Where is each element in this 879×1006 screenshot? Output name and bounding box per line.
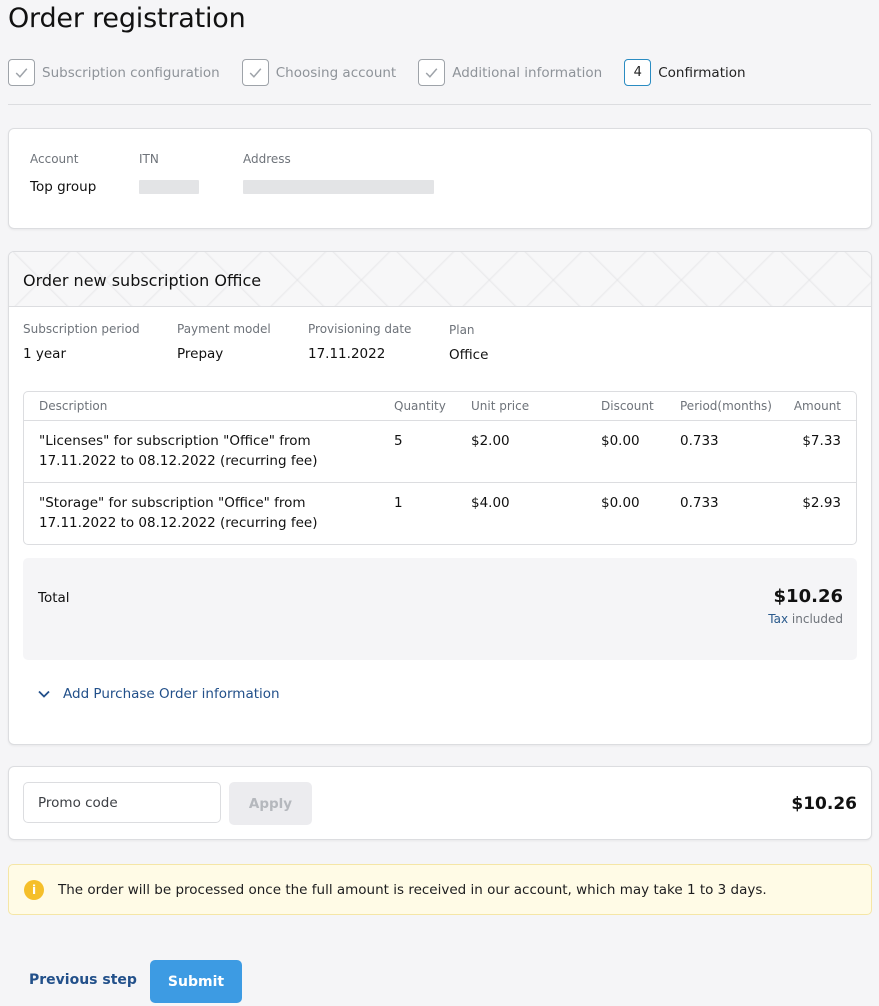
column-header-period: Period(months) <box>680 399 772 413</box>
row-quantity: 5 <box>394 433 403 449</box>
previous-step-button[interactable]: Previous step <box>29 972 137 988</box>
header-divider <box>8 104 871 105</box>
step-number: 4 <box>624 59 652 86</box>
tax-link[interactable]: Tax <box>768 612 788 626</box>
row-unit-price: $4.00 <box>471 495 510 511</box>
order-title: Order new subscription Office <box>23 271 262 290</box>
payment-model-label: Payment model <box>177 322 271 336</box>
row-amount: $7.33 <box>802 433 841 449</box>
row-description-line2: 17.11.2022 to 08.12.2022 (recurring fee) <box>39 515 318 531</box>
check-icon <box>241 59 269 86</box>
row-period: 0.733 <box>680 433 719 449</box>
row-discount: $0.00 <box>601 495 640 511</box>
page-title: Order registration <box>8 3 246 34</box>
promo-code-input[interactable] <box>23 782 221 823</box>
chevron-down-icon <box>38 690 50 698</box>
column-header-amount: Amount <box>793 399 841 413</box>
column-header-discount: Discount <box>601 399 654 413</box>
check-icon <box>418 59 446 86</box>
itn-value-redacted <box>139 180 199 194</box>
info-icon: i <box>24 879 44 900</box>
tax-note: Tax included <box>768 612 843 626</box>
row-quantity: 1 <box>394 495 403 511</box>
row-unit-price: $2.00 <box>471 433 510 449</box>
step-confirmation: 4 Confirmation <box>624 59 746 86</box>
provisioning-date-value: 17.11.2022 <box>308 346 386 362</box>
account-label: Account <box>30 152 79 166</box>
apply-button[interactable]: Apply <box>229 782 312 825</box>
subscription-period-label: Subscription period <box>23 322 140 336</box>
step-label: Additional information <box>452 64 603 81</box>
order-items-table: Description Quantity Unit price Discount… <box>23 391 857 545</box>
step-label: Confirmation <box>658 64 746 81</box>
column-header-unit-price: Unit price <box>471 399 530 413</box>
itn-label: ITN <box>139 152 159 166</box>
step-choosing-account[interactable]: Choosing account <box>241 59 397 86</box>
payment-model-value: Prepay <box>177 346 224 362</box>
row-discount: $0.00 <box>601 433 640 449</box>
submit-button[interactable]: Submit <box>150 960 242 1003</box>
table-header-divider <box>24 420 856 421</box>
plan-value: Office <box>449 347 489 363</box>
column-header-quantity: Quantity <box>394 399 446 413</box>
address-label: Address <box>243 152 291 166</box>
table-row-divider <box>24 482 856 483</box>
promo-card: Apply $10.26 <box>8 766 872 840</box>
order-header: Order new subscription Office <box>9 252 871 307</box>
tax-suffix: included <box>791 612 843 626</box>
plan-label: Plan <box>449 323 475 337</box>
step-subscription-configuration[interactable]: Subscription configuration <box>8 59 220 86</box>
order-card: Order new subscription Office Subscripti… <box>8 251 872 745</box>
total-box: Total $10.26 Tax included <box>23 558 857 660</box>
row-period: 0.733 <box>680 495 719 511</box>
row-description-line1: "Storage" for subscription "Office" from <box>39 495 306 511</box>
subscription-period-value: 1 year <box>23 346 66 362</box>
total-amount: $10.26 <box>773 586 843 607</box>
step-additional-information[interactable]: Additional information <box>418 59 602 86</box>
promo-total: $10.26 <box>791 794 857 814</box>
step-label: Subscription configuration <box>42 64 220 81</box>
processing-notice: i The order will be processed once the f… <box>8 864 872 915</box>
check-icon <box>8 59 35 86</box>
add-purchase-order-label: Add Purchase Order information <box>63 686 280 702</box>
row-amount: $2.93 <box>802 495 841 511</box>
address-value-redacted <box>243 180 434 194</box>
notice-text: The order will be processed once the ful… <box>58 881 767 898</box>
step-label: Choosing account <box>275 64 397 81</box>
provisioning-date-label: Provisioning date <box>308 322 412 336</box>
account-value: Top group <box>30 179 97 195</box>
column-header-description: Description <box>39 399 108 413</box>
account-card: Account Top group ITN Address <box>8 128 872 229</box>
row-description-line1: "Licenses" for subscription "Office" fro… <box>39 433 311 449</box>
row-description-line2: 17.11.2022 to 08.12.2022 (recurring fee) <box>39 453 318 469</box>
total-label: Total <box>38 590 70 606</box>
stepper: Subscription configuration Choosing acco… <box>8 59 768 86</box>
add-purchase-order-toggle[interactable]: Add Purchase Order information <box>37 686 280 702</box>
